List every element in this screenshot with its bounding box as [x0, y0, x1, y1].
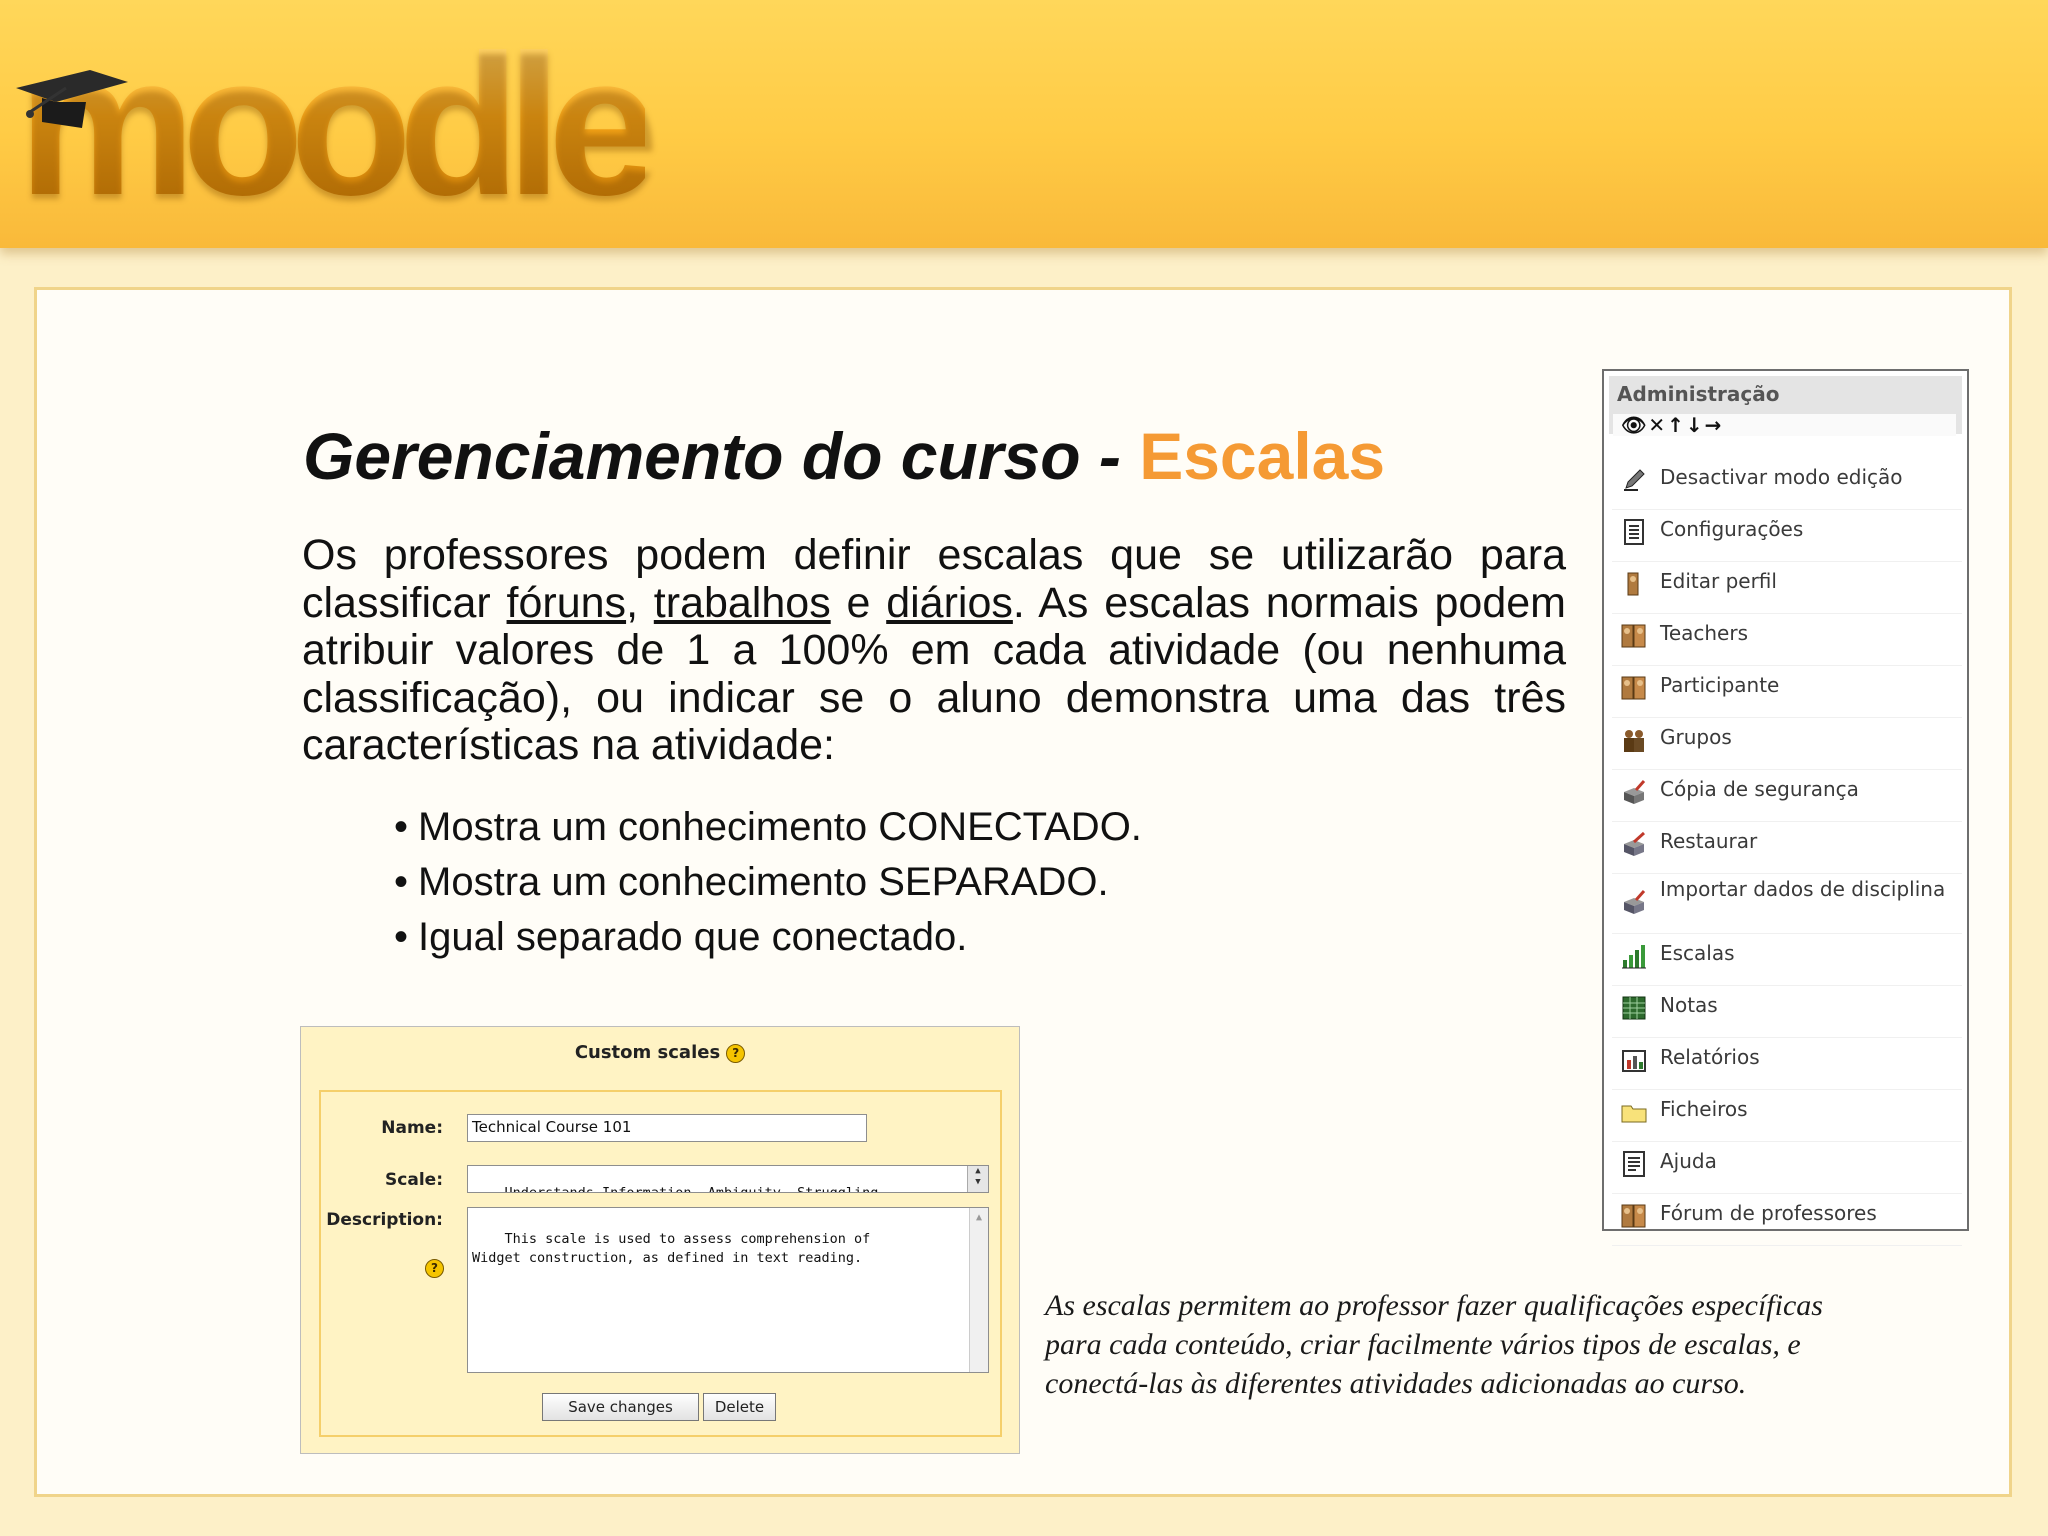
- admin-item-label: Ficheiros: [1660, 1097, 1748, 1121]
- reports-icon: [1622, 1050, 1646, 1072]
- settings-document-icon: [1624, 519, 1644, 545]
- teacher-forum-icon: [1621, 1204, 1646, 1228]
- admin-item-label: Desactivar modo edição: [1660, 465, 1903, 489]
- admin-item-label: Relatórios: [1660, 1045, 1760, 1069]
- description-value: This scale is used to assess comprehensi…: [472, 1231, 871, 1266]
- admin-item-importar-dados-de-disciplina[interactable]: Importar dados de disciplina: [1612, 874, 1962, 934]
- graduation-cap-icon: [16, 70, 128, 128]
- form-title: Custom scales?: [301, 1042, 1019, 1063]
- grades-icon: [1622, 996, 1646, 1020]
- admin-item-configuracoes[interactable]: Configurações: [1612, 510, 1962, 562]
- groups-icon: [1624, 730, 1644, 752]
- admin-item-restaurar[interactable]: Restaurar: [1612, 822, 1962, 874]
- edit-icon: [1624, 469, 1645, 491]
- admin-item-label: Restaurar: [1660, 829, 1758, 853]
- scales-icon: [1622, 945, 1646, 969]
- name-input[interactable]: Technical Course 101: [467, 1114, 867, 1142]
- caption-text: As escalas permitem ao professor fazer q…: [1045, 1289, 1823, 1400]
- admin-menu: Desactivar modo edição Configurações Edi…: [1612, 458, 1962, 1246]
- admin-item-desactivar-modo-edicao[interactable]: Desactivar modo edição: [1612, 458, 1962, 510]
- help-document-icon: [1623, 1151, 1645, 1177]
- admin-header: Administração 👁✕↑↓→: [1609, 376, 1962, 436]
- admin-item-editar-perfil[interactable]: Editar perfil: [1612, 562, 1962, 614]
- form-title-text: Custom scales: [574, 1042, 721, 1063]
- admin-item-label: Escalas: [1660, 941, 1735, 965]
- list-item: Igual separado que conectado.: [394, 910, 1142, 965]
- scale-input[interactable]: Understands Information, Ambiguity, Stru…: [467, 1165, 989, 1193]
- title-text: Gerenciamento do curso -: [303, 419, 1140, 493]
- intro-paragraph: Os professores podem definir escalas que…: [302, 531, 1566, 770]
- description-label: Description:: [326, 1210, 443, 1230]
- admin-item-escalas[interactable]: Escalas: [1612, 934, 1962, 986]
- administration-block: Administração 👁✕↑↓→ Desactivar modo ediç…: [1602, 369, 1969, 1246]
- admin-item-ajuda[interactable]: Ajuda: [1612, 1142, 1962, 1194]
- admin-item-participante[interactable]: Participante: [1612, 666, 1962, 718]
- admin-item-ficheiros[interactable]: Ficheiros: [1612, 1090, 1962, 1142]
- help-icon[interactable]: ?: [425, 1259, 444, 1278]
- name-label: Name:: [381, 1118, 443, 1138]
- link-trabalhos[interactable]: trabalhos: [654, 579, 831, 627]
- admin-item-grupos[interactable]: Grupos: [1612, 718, 1962, 770]
- participants-icon: [1621, 676, 1646, 700]
- help-icon[interactable]: ?: [726, 1043, 746, 1063]
- list-item: Mostra um conhecimento SEPARADO.: [394, 855, 1142, 910]
- scale-stepper[interactable]: ▲ ▼: [967, 1166, 988, 1192]
- admin-item-forum-de-professores[interactable]: Fórum de professores: [1612, 1194, 1962, 1246]
- teachers-icon: [1621, 624, 1646, 648]
- save-changes-button[interactable]: Save changes: [542, 1393, 699, 1421]
- admin-item-label: Ajuda: [1660, 1149, 1717, 1173]
- paragraph-text: ,: [626, 578, 654, 627]
- admin-title: Administração: [1617, 382, 1780, 406]
- admin-item-label: Notas: [1660, 993, 1718, 1017]
- textarea-scrollbar[interactable]: ▲: [969, 1208, 988, 1372]
- custom-scales-form: Custom scales? Name: Technical Course 10…: [300, 1026, 1020, 1454]
- block-controls-icon[interactable]: 👁✕↑↓→: [1613, 414, 1956, 436]
- admin-item-label: Teachers: [1660, 621, 1748, 645]
- admin-item-label: Cópia de segurança: [1660, 777, 1859, 801]
- list-item: Mostra um conhecimento CONECTADO.: [394, 800, 1142, 855]
- admin-item-relatorios[interactable]: Relatórios: [1612, 1038, 1962, 1090]
- admin-item-notas[interactable]: Notas: [1612, 986, 1962, 1038]
- profile-icon: [1627, 572, 1639, 596]
- delete-button[interactable]: Delete: [703, 1393, 776, 1421]
- admin-item-label: Participante: [1660, 673, 1780, 697]
- header-banner: moodle: [0, 0, 2048, 248]
- paragraph-text: e: [830, 578, 887, 627]
- restore-icon: [1624, 831, 1646, 856]
- scale-label: Scale:: [385, 1170, 443, 1190]
- title-highlight: Escalas: [1139, 419, 1386, 493]
- import-icon: [1624, 890, 1646, 914]
- admin-item-label: Configurações: [1660, 517, 1804, 541]
- characteristics-list: Mostra um conhecimento CONECTADO. Mostra…: [394, 800, 1142, 965]
- link-foruns[interactable]: fóruns: [507, 579, 627, 627]
- admin-item-copia-de-seguranca[interactable]: Cópia de segurança: [1612, 770, 1962, 822]
- admin-item-label: Fórum de professores: [1660, 1201, 1877, 1225]
- backup-icon: [1624, 780, 1646, 804]
- scale-value: Understands Information, Ambiguity, Stru…: [504, 1185, 887, 1193]
- admin-item-label: Grupos: [1660, 725, 1732, 749]
- description-textarea[interactable]: This scale is used to assess comprehensi…: [467, 1207, 989, 1373]
- admin-item-label: Editar perfil: [1660, 569, 1777, 593]
- link-diarios[interactable]: diários: [886, 579, 1013, 627]
- admin-item-teachers[interactable]: Teachers: [1612, 614, 1962, 666]
- admin-item-label: Importar dados de disciplina: [1660, 877, 1946, 901]
- slide-title: Gerenciamento do curso - Escalas: [303, 418, 1385, 494]
- folder-icon: [1621, 1105, 1647, 1123]
